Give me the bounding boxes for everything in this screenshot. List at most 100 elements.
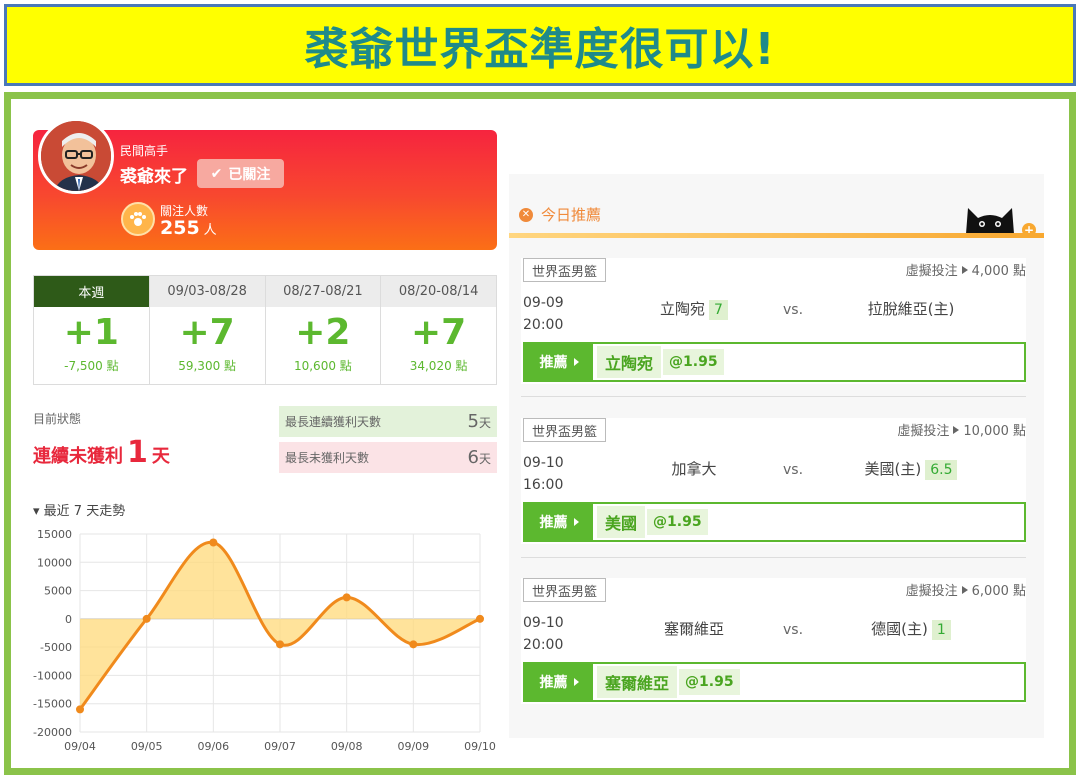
close-icon[interactable]: ✕ — [519, 207, 533, 222]
status-value: 連續未獲利 1 天 — [33, 435, 170, 470]
week-column[interactable]: 08/27-08/21 +2 10,600 點 — [265, 276, 382, 384]
league-tag: 世界盃男籃 — [523, 578, 607, 602]
team-home: 德國(主) 1 — [851, 618, 971, 640]
week-points: -7,500 點 — [64, 359, 119, 373]
title-banner: 裘爺世界盃準度很可以! — [4, 4, 1076, 86]
longest-loss-label: 最長未獲利天數 — [285, 451, 370, 465]
longest-loss-value: 6天 — [467, 447, 491, 468]
x-tick-label: 09/06 — [197, 740, 229, 753]
y-tick-label: -20000 — [33, 726, 72, 739]
x-tick-label: 09/09 — [397, 740, 429, 753]
pick-team: 塞爾維亞 — [597, 666, 678, 698]
team-away: 加拿大 — [671, 460, 717, 478]
recommend-header: ✕ 今日推薦 + — [509, 174, 1044, 238]
week-result: +2 — [295, 312, 351, 353]
league-tag: 世界盃男籃 — [523, 258, 607, 282]
week-period: 09/03-08/28 — [149, 276, 265, 307]
week-period: 08/27-08/21 — [265, 276, 381, 307]
paw-icon — [121, 202, 155, 236]
stake-info: 虛擬投注 6,000 點 — [905, 584, 1026, 599]
x-tick-label: 09/07 — [264, 740, 296, 753]
team-away: 立陶宛 7 — [639, 298, 749, 320]
weekly-stats-table: 本週 +1 -7,500 點 09/03-08/28 +7 59,300 點 0… — [33, 275, 497, 385]
data-point — [76, 705, 84, 714]
week-column[interactable]: 本週 +1 -7,500 點 — [34, 276, 150, 384]
status-label: 目前狀態 — [33, 412, 82, 426]
pick-row[interactable]: 推薦 塞爾維亞 @1.95 — [523, 662, 1026, 702]
cat-icon — [966, 208, 1014, 234]
match-time: 09-10 16:00 — [523, 455, 564, 493]
follow-button[interactable]: ✔ 已關注 — [197, 159, 284, 188]
spread-badge: 7 — [709, 300, 728, 320]
user-tier: 民間高手 — [120, 144, 169, 158]
pick-row[interactable]: 推薦 立陶宛 @1.95 — [523, 342, 1026, 382]
y-tick-label: -5000 — [40, 641, 72, 654]
data-point — [209, 538, 218, 547]
pick-team: 立陶宛 — [597, 346, 662, 378]
recommend-divider — [509, 233, 1044, 238]
match-time: 09-09 20:00 — [523, 295, 564, 333]
triangle-icon — [961, 586, 968, 594]
y-tick-label: 10000 — [37, 556, 72, 569]
spread-badge: 1 — [931, 620, 951, 640]
x-tick-label: 09/10 — [464, 740, 496, 753]
stake-info: 虛擬投注 4,000 點 — [905, 264, 1026, 279]
team-home: 美國(主) 6.5 — [851, 458, 971, 480]
week-result: +7 — [411, 312, 467, 353]
vs-label: vs. — [783, 302, 804, 318]
pick-odds: @1.95 — [663, 349, 724, 375]
triangle-icon — [953, 426, 960, 434]
y-tick-label: -10000 — [33, 669, 72, 682]
vs-label: vs. — [783, 622, 804, 638]
week-period: 08/20-08/14 — [381, 276, 496, 307]
y-tick-label: 5000 — [44, 585, 72, 598]
league-tag: 世界盃男籃 — [523, 418, 607, 442]
team-away: 塞爾維亞 — [663, 620, 724, 638]
recommend-panel: ✕ 今日推薦 + 世界盃男籃 虛擬投注 4,000 點 09-09 20:00 立陶… — [509, 174, 1044, 738]
pick-odds: @1.95 — [647, 509, 708, 535]
x-tick-label: 09/04 — [64, 740, 96, 753]
trend-chart: 150001000050000-5000-10000-15000-2000009… — [33, 528, 496, 753]
team-home: 拉脫維亞(主) — [867, 300, 955, 318]
avatar[interactable] — [38, 118, 114, 194]
data-point — [409, 640, 418, 649]
match-divider — [521, 557, 1026, 558]
check-icon: ✔ — [210, 165, 223, 182]
match-time: 09-10 20:00 — [523, 615, 564, 653]
arrow-right-icon — [573, 678, 579, 686]
pick-odds: @1.95 — [679, 669, 740, 695]
pick-row[interactable]: 推薦 美國 @1.95 — [523, 502, 1026, 542]
banner-title: 裘爺世界盃準度很可以! — [304, 24, 776, 75]
y-tick-label: -15000 — [33, 698, 72, 711]
longest-win-row: 最長連續獲利天數 5天 — [279, 406, 497, 437]
week-points: 34,020 點 — [409, 359, 468, 373]
y-tick-label: 15000 — [37, 528, 72, 541]
pick-label: 推薦 — [525, 504, 593, 540]
follow-label: 已關注 — [228, 166, 271, 183]
week-column[interactable]: 08/20-08/14 +7 34,020 點 — [381, 276, 496, 384]
y-tick-label: 0 — [65, 613, 72, 626]
username: 裘爺來了 — [120, 167, 188, 187]
match-card: 世界盃男籃 虛擬投注 6,000 點 09-10 20:00 塞爾維亞 vs. 德國… — [521, 578, 1026, 704]
week-result: +1 — [63, 312, 119, 353]
week-points: 10,600 點 — [293, 359, 352, 373]
spread-badge: 6.5 — [925, 460, 958, 480]
data-point — [476, 614, 484, 623]
fans-count: 255 人 — [160, 217, 217, 239]
longest-loss-row: 最長未獲利天數 6天 — [279, 442, 497, 473]
x-tick-label: 09/08 — [331, 740, 363, 753]
arrow-right-icon — [573, 358, 579, 366]
week-period: 本週 — [34, 276, 149, 307]
x-tick-label: 09/05 — [131, 740, 163, 753]
trend-title[interactable]: ▾ 最近 7 天走勢 — [33, 500, 125, 519]
arrow-right-icon — [573, 518, 579, 526]
data-point — [276, 640, 284, 649]
match-card: 世界盃男籃 虛擬投注 4,000 點 09-09 20:00 立陶宛 7 vs. 拉脫… — [521, 258, 1026, 384]
match-card: 世界盃男籃 虛擬投注 10,000 點 09-10 16:00 加拿大 vs. 美國… — [521, 418, 1026, 544]
longest-win-label: 最長連續獲利天數 — [285, 415, 382, 429]
week-column[interactable]: 09/03-08/28 +7 59,300 點 — [149, 276, 266, 384]
triangle-icon — [961, 266, 968, 274]
week-points: 59,300 點 — [178, 359, 237, 373]
recommend-title: ✕ 今日推薦 — [519, 204, 601, 225]
pick-label: 推薦 — [525, 344, 593, 380]
